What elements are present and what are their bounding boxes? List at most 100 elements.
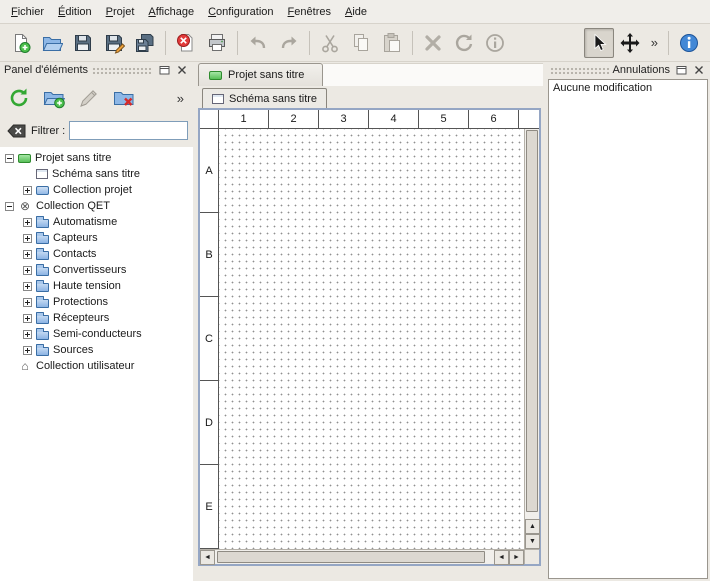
horizontal-scroll-track[interactable] bbox=[215, 550, 494, 564]
undo-history-list[interactable]: Aucune modification bbox=[548, 79, 708, 579]
toolbar-overflow-chevron[interactable]: » bbox=[646, 35, 663, 50]
filter-input[interactable] bbox=[69, 121, 188, 140]
clipboard-icon bbox=[381, 32, 403, 54]
horizontal-scroll-thumb[interactable] bbox=[217, 551, 485, 563]
expand-icon[interactable] bbox=[23, 298, 32, 307]
ruler-row-label: E bbox=[200, 465, 218, 549]
cut-button[interactable] bbox=[315, 28, 345, 58]
new-project-button[interactable] bbox=[6, 28, 36, 58]
tree-item-contacts[interactable]: Contacts bbox=[0, 246, 193, 262]
schema-canvas[interactable] bbox=[219, 129, 524, 549]
select-tool-button[interactable] bbox=[584, 28, 614, 58]
delete-x-icon bbox=[422, 32, 444, 54]
delete-element-button[interactable] bbox=[109, 83, 139, 113]
project-icon bbox=[18, 154, 31, 163]
paste-button[interactable] bbox=[377, 28, 407, 58]
collection-icon bbox=[36, 186, 49, 195]
horizontal-scrollbar[interactable]: ◄ ◄ ► bbox=[200, 549, 524, 564]
undo-dock-title: Annulations bbox=[613, 64, 671, 76]
scrollbar-corner bbox=[524, 549, 539, 564]
printer-icon bbox=[206, 32, 228, 54]
expand-icon[interactable] bbox=[23, 266, 32, 275]
tree-item-convertisseurs[interactable]: Convertisseurs bbox=[0, 262, 193, 278]
menu-projet[interactable]: Projet bbox=[99, 2, 142, 22]
expand-icon[interactable] bbox=[23, 234, 32, 243]
expand-icon[interactable] bbox=[23, 250, 32, 259]
menu-affichage[interactable]: Affichage bbox=[141, 2, 201, 22]
scroll-left-button[interactable]: ◄ bbox=[200, 550, 215, 565]
edit-element-button[interactable] bbox=[74, 83, 104, 113]
scroll-right-button[interactable]: ► bbox=[509, 550, 524, 565]
project-icon bbox=[209, 71, 222, 80]
scroll-down-button[interactable]: ▼ bbox=[525, 534, 540, 549]
vertical-scrollbar[interactable]: ▲ ▼ bbox=[524, 129, 539, 549]
menu-aide[interactable]: Aide bbox=[338, 2, 374, 22]
tree-item-label: Convertisseurs bbox=[53, 264, 126, 276]
tree-item-protections[interactable]: Protections bbox=[0, 294, 193, 310]
print-button[interactable] bbox=[202, 28, 232, 58]
expand-icon[interactable] bbox=[23, 346, 32, 355]
reload-collections-button[interactable] bbox=[4, 83, 34, 113]
undo-button[interactable] bbox=[243, 28, 273, 58]
tree-item-automatisme[interactable]: Automatisme bbox=[0, 214, 193, 230]
tree-item-capteurs[interactable]: Capteurs bbox=[0, 230, 193, 246]
copy-button[interactable] bbox=[346, 28, 376, 58]
about-button[interactable] bbox=[674, 28, 704, 58]
menu-edition[interactable]: Édition bbox=[51, 2, 99, 22]
scroll-left-button-alt[interactable]: ◄ bbox=[494, 550, 509, 565]
tree-item-label: Protections bbox=[53, 296, 108, 308]
expand-icon[interactable] bbox=[23, 330, 32, 339]
save-button[interactable] bbox=[68, 28, 98, 58]
expand-icon[interactable] bbox=[23, 314, 32, 323]
float-dock-button[interactable] bbox=[674, 64, 688, 77]
tree-item-collection-projet[interactable]: Collection projet bbox=[0, 182, 193, 198]
save-as-button[interactable] bbox=[99, 28, 129, 58]
menu-fenetres[interactable]: Fenêtres bbox=[281, 2, 338, 22]
open-project-button[interactable] bbox=[37, 28, 67, 58]
tree-item-schema[interactable]: Schéma sans titre bbox=[0, 166, 193, 182]
copy-icon bbox=[350, 32, 372, 54]
panel-overflow-chevron[interactable]: » bbox=[172, 91, 189, 106]
tree-item-semi-conducteurs[interactable]: Semi-conducteurs bbox=[0, 326, 193, 342]
expand-icon[interactable] bbox=[23, 218, 32, 227]
vertical-scroll-track[interactable] bbox=[525, 129, 539, 519]
rotate-button[interactable] bbox=[449, 28, 479, 58]
pencil-icon bbox=[77, 86, 101, 110]
expand-icon[interactable] bbox=[23, 186, 32, 195]
expand-icon[interactable] bbox=[23, 282, 32, 291]
redo-button[interactable] bbox=[274, 28, 304, 58]
scissors-icon bbox=[319, 32, 341, 54]
float-dock-button[interactable] bbox=[157, 64, 171, 77]
close-dock-button[interactable] bbox=[175, 64, 189, 77]
main-area: Panel d'éléments » bbox=[0, 62, 710, 581]
redo-icon bbox=[278, 32, 300, 54]
collapse-icon[interactable] bbox=[5, 202, 14, 211]
element-info-button[interactable] bbox=[480, 28, 510, 58]
tab-projet-sans-titre[interactable]: Projet sans titre bbox=[198, 63, 323, 86]
tree-item-collection-utilisateur[interactable]: ⌂ Collection utilisateur bbox=[0, 358, 193, 374]
app: { "icons": { "chevron_double": "»", "arr… bbox=[0, 0, 710, 581]
tree-item-project[interactable]: Projet sans titre bbox=[0, 150, 193, 166]
move-tool-button[interactable] bbox=[615, 28, 645, 58]
save-all-button[interactable] bbox=[130, 28, 160, 58]
close-file-button[interactable] bbox=[171, 28, 201, 58]
menu-fichier[interactable]: Fichier bbox=[4, 2, 51, 22]
close-dock-button[interactable] bbox=[692, 64, 706, 77]
float-window-icon bbox=[159, 65, 170, 75]
project-tab-bar: Projet sans titre bbox=[196, 62, 543, 86]
vertical-scroll-thumb[interactable] bbox=[526, 130, 538, 512]
tree-item-sources[interactable]: Sources bbox=[0, 342, 193, 358]
tree-item-haute-tension[interactable]: Haute tension bbox=[0, 278, 193, 294]
schema-icon bbox=[212, 94, 224, 104]
refresh-icon bbox=[7, 86, 31, 110]
scroll-up-button[interactable]: ▲ bbox=[525, 519, 540, 534]
float-window-icon bbox=[676, 65, 687, 75]
new-element-button[interactable] bbox=[39, 83, 69, 113]
clear-filter-button[interactable] bbox=[5, 122, 27, 139]
menu-configuration[interactable]: Configuration bbox=[201, 2, 280, 22]
collapse-icon[interactable] bbox=[5, 154, 14, 163]
tree-item-collection-qet[interactable]: ⊗ Collection QET bbox=[0, 198, 193, 214]
tree-item-recepteurs[interactable]: Récepteurs bbox=[0, 310, 193, 326]
delete-button[interactable] bbox=[418, 28, 448, 58]
tab-schema-sans-titre[interactable]: Schéma sans titre bbox=[202, 88, 327, 108]
